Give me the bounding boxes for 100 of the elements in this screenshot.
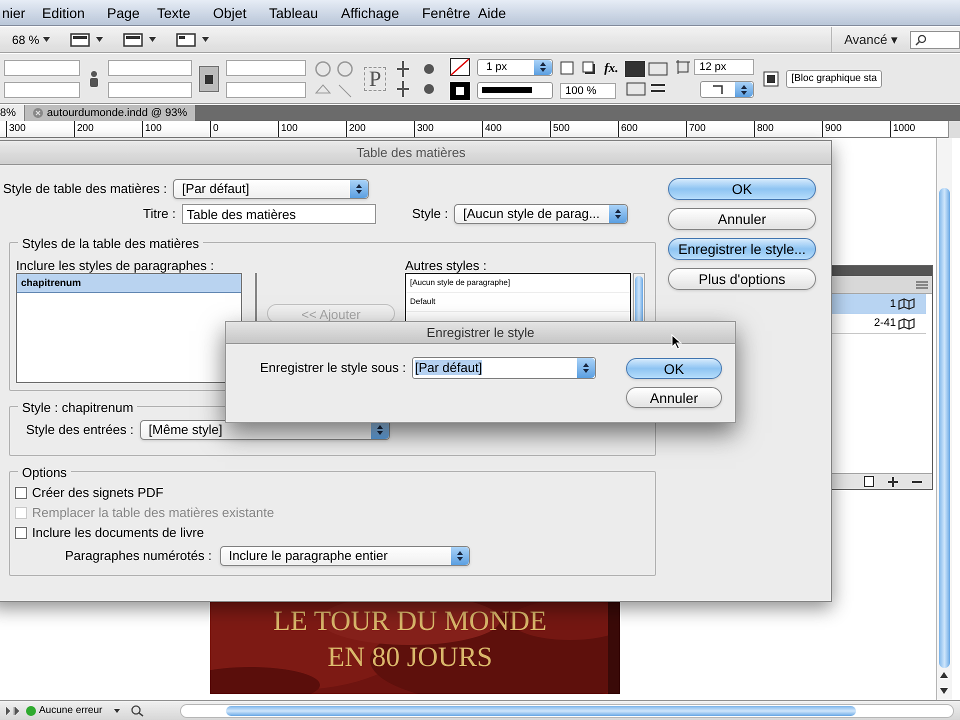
number-field[interactable]: 100 % xyxy=(560,83,616,100)
menu-item[interactable]: Edition xyxy=(42,3,85,24)
ruler-corner xyxy=(948,121,960,138)
workspace-menu[interactable]: Avancé ▾ xyxy=(832,30,910,50)
effects-glyph: fx. xyxy=(604,58,618,77)
dialog-button[interactable]: Plus d'options xyxy=(668,268,816,290)
select-value: [Par défaut] xyxy=(414,360,482,376)
style-icon xyxy=(763,70,780,86)
ruler-label: 800 xyxy=(757,123,774,134)
checkbox-option[interactable]: Inclure les documents de livre xyxy=(15,525,274,541)
view-mode-button[interactable] xyxy=(176,32,210,46)
ruler-label: 400 xyxy=(485,123,502,134)
caret-icon xyxy=(43,37,50,42)
select-dropdown[interactable]: [Par défaut] xyxy=(412,357,596,379)
number-field[interactable] xyxy=(226,82,306,98)
menu-item[interactable]: Objet xyxy=(213,3,246,24)
number-field[interactable] xyxy=(4,60,80,76)
field-label: Titre : xyxy=(143,205,176,224)
list-item[interactable]: chapitrenum xyxy=(17,274,241,293)
scroll-thumb[interactable] xyxy=(226,706,856,716)
search-field[interactable] xyxy=(910,30,960,48)
first-page-icon xyxy=(6,706,20,714)
zoom-value: 68 % xyxy=(12,32,40,48)
frame-icon xyxy=(70,32,90,46)
checkbox[interactable] xyxy=(15,527,27,539)
number-field[interactable] xyxy=(4,82,80,98)
menu-item[interactable]: nier xyxy=(2,3,26,24)
number-field[interactable] xyxy=(226,60,306,76)
stroke-type-dropdown[interactable] xyxy=(477,82,554,98)
page-range: 1 xyxy=(890,296,896,312)
dialog-button[interactable]: Annuler xyxy=(626,387,722,408)
checkbox-option[interactable]: Créer des signets PDF xyxy=(15,485,274,501)
number-field[interactable] xyxy=(108,82,192,98)
tab-label: 8% xyxy=(0,106,16,121)
field-label: Enregistrer le style sous : xyxy=(260,359,406,378)
stepper-icon xyxy=(539,61,548,73)
window-title: Table des matières xyxy=(356,144,466,162)
corner-dropdown[interactable] xyxy=(700,81,754,98)
document-tab[interactable]: 8% xyxy=(0,105,24,121)
select-dropdown[interactable]: [Par défaut] xyxy=(173,179,370,199)
ruler-label: 900 xyxy=(825,123,842,134)
status-dot-icon xyxy=(26,706,36,716)
ruler-label: 300 xyxy=(9,123,26,134)
ruler-label: 300 xyxy=(417,123,434,134)
frame-icon xyxy=(676,60,690,74)
scroll-thumb[interactable] xyxy=(939,188,950,668)
cursor-icon xyxy=(671,334,682,350)
menu-item[interactable]: Affichage xyxy=(341,3,400,24)
menu-item[interactable]: Fenêtre xyxy=(422,3,470,24)
caret-icon xyxy=(114,708,120,712)
field-value: 100 % xyxy=(565,84,596,99)
number-field[interactable] xyxy=(108,60,192,76)
error-status: Aucune erreur xyxy=(39,704,102,718)
list-item[interactable]: [Aucun style de paragraphe] xyxy=(406,274,630,293)
title-input[interactable]: Table des matières xyxy=(182,204,376,224)
menu-icon xyxy=(916,281,928,289)
search-icon xyxy=(130,704,144,716)
menu-item[interactable]: Aide xyxy=(478,3,506,24)
horizontal-scrollbar[interactable] xyxy=(180,704,954,718)
ruler-label: 600 xyxy=(621,123,638,134)
view-mode-button[interactable] xyxy=(70,32,104,46)
style-list[interactable]: chapitrenum xyxy=(16,273,242,383)
stepper-icon xyxy=(456,550,464,562)
field-value: [Bloc graphique sta xyxy=(791,72,877,86)
caret-icon xyxy=(202,37,210,42)
view-mode-button[interactable] xyxy=(123,32,156,46)
dialog-button[interactable]: OK xyxy=(668,178,816,200)
select-value: [Aucun style de parag... xyxy=(462,205,601,224)
menu-item[interactable]: Texte xyxy=(157,3,190,24)
page-range: 2-41 xyxy=(874,316,896,332)
zoom-dropdown[interactable]: 68 % xyxy=(12,30,50,48)
select-dropdown[interactable]: [Même style] xyxy=(140,420,390,440)
document-tab[interactable]: autourdumonde.indd @ 93% xyxy=(24,105,196,121)
book-icon xyxy=(898,318,916,330)
list-label: Inclure les styles de paragraphes : xyxy=(16,257,214,275)
book-icon xyxy=(898,298,916,310)
list-item[interactable]: Default xyxy=(406,293,630,312)
paragraph-glyph: P xyxy=(364,66,386,90)
dialog-button[interactable]: Annuler xyxy=(668,208,816,230)
ruler-label: 700 xyxy=(689,123,706,134)
tab-label: autourdumonde.indd @ 93% xyxy=(46,106,188,121)
object-style-dropdown[interactable]: [Bloc graphique sta xyxy=(786,70,882,88)
caret-icon xyxy=(96,37,104,42)
dialog-button[interactable]: Enregistrer le style... xyxy=(668,238,816,260)
menu-item[interactable]: Tableau xyxy=(269,3,318,24)
checkbox[interactable] xyxy=(15,487,27,499)
vertical-scrollbar[interactable] xyxy=(936,138,952,700)
dialog-button[interactable]: OK xyxy=(626,358,722,379)
select-dropdown[interactable]: Inclure le paragraphe entier xyxy=(220,546,470,566)
select-dropdown[interactable]: [Aucun style de parag... xyxy=(454,204,628,224)
menu-item[interactable]: Page xyxy=(107,3,140,24)
ruler-label: 200 xyxy=(77,123,94,134)
stroke-weight-field[interactable]: 1 px xyxy=(477,58,554,76)
select-value: [Même style] xyxy=(148,421,224,440)
stepper-icon xyxy=(582,362,590,374)
number-field[interactable]: 12 px xyxy=(694,59,754,75)
arrow-up-icon xyxy=(940,672,948,678)
field-label: Style de table des matières : xyxy=(3,180,168,198)
list-label: Autres styles : xyxy=(405,257,487,275)
option-label: Créer des signets PDF xyxy=(32,484,164,502)
